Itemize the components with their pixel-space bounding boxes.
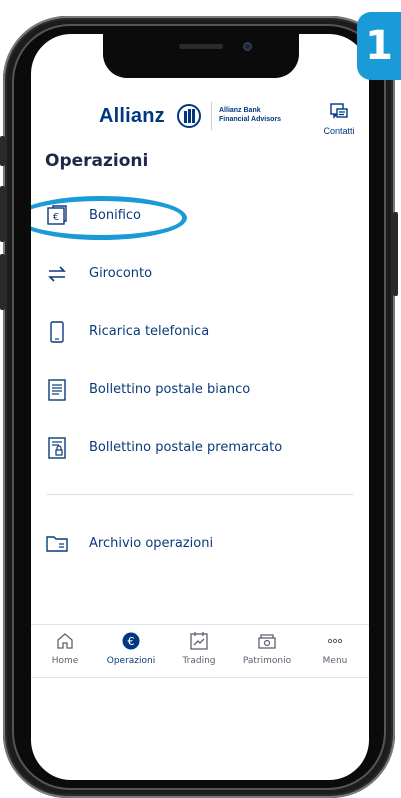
tab-label: Operazioni [106,656,156,666]
contact-button[interactable]: Contatti [315,100,363,136]
chat-icon [330,103,348,119]
bottom-tab-bar: Home € Operazioni Trading Patrimonio Men… [31,624,369,678]
chart-icon [190,632,208,650]
tab-menu[interactable]: Menu [301,631,369,673]
camera [243,42,252,51]
step-badge: 1 [357,12,401,80]
contact-label: Contatti [323,126,355,136]
phone-screen: Allianz Allianz Bank Financial Advisors … [31,34,369,780]
document-icon [48,379,66,401]
menu-item-label: Bollettino postale bianco [89,382,251,397]
menu-item-bollettino-premarcato[interactable]: Bollettino postale premarcato [45,428,355,468]
menu-item-bollettino-bianco[interactable]: Bollettino postale bianco [45,370,355,410]
menu-item-label: Giroconto [89,266,153,281]
brand-name: Allianz [99,105,165,127]
brand-subtitle-line2: Financial Advisors [219,116,281,123]
page-title: Operazioni [45,151,149,171]
tab-label: Home [51,656,79,666]
volume-down-button [0,254,5,310]
tab-label: Menu [322,656,348,666]
tab-operazioni[interactable]: € Operazioni [97,631,165,673]
phone-icon [50,321,64,343]
menu-item-giroconto[interactable]: Giroconto [45,254,355,294]
menu-item-ricarica[interactable]: Ricarica telefonica [45,312,355,352]
section-divider [47,494,353,495]
home-icon [57,633,73,649]
brand-divider [211,102,212,130]
wallet-icon [258,634,276,649]
svg-text:€: € [128,635,135,648]
app-header: Allianz Allianz Bank Financial Advisors … [31,92,369,142]
notch [103,34,299,78]
tab-patrimonio[interactable]: Patrimonio [233,631,301,673]
menu-item-label: Bollettino postale premarcato [89,440,283,455]
folder-icon [46,536,68,552]
speaker [179,44,223,49]
more-icon [327,638,343,644]
mute-switch [0,136,5,166]
brand-subtitle: Allianz Bank Financial Advisors [219,106,281,124]
tab-label: Patrimonio [242,656,292,666]
menu-item-label: Archivio operazioni [89,536,214,551]
menu-item-archivio[interactable]: Archivio operazioni [45,524,355,564]
allianz-logo-icon [177,104,201,128]
volume-up-button [0,186,5,242]
document-lock-icon [48,437,66,459]
tab-label: Trading [182,656,216,666]
menu-item-label: Ricarica telefonica [89,324,210,339]
brand-subtitle-line1: Allianz Bank [219,107,261,114]
tab-home[interactable]: Home [31,631,99,673]
power-button [393,212,398,296]
operations-euro-icon: € [122,632,140,650]
tab-trading[interactable]: Trading [165,631,233,673]
transfer-arrows-icon [48,266,66,282]
